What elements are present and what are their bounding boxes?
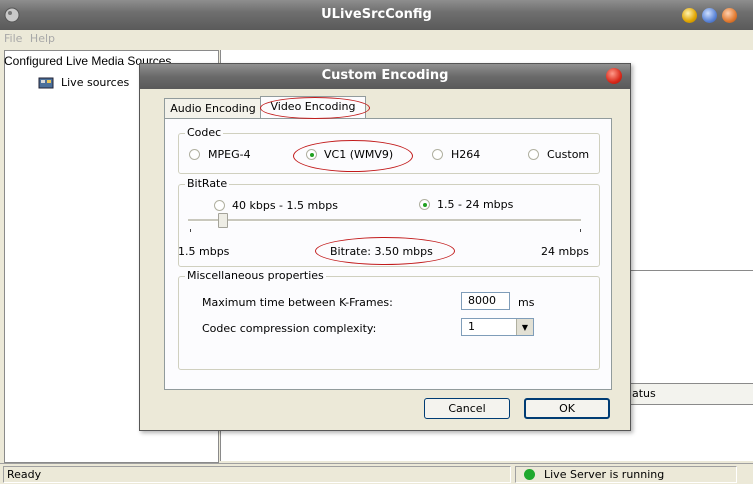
status-column-label: atus bbox=[632, 387, 656, 400]
status-server-pane: Live Server is running bbox=[515, 466, 737, 483]
main-title-bar[interactable]: ULiveSrcConfig bbox=[0, 0, 753, 30]
bitrate-slider-track[interactable] bbox=[188, 219, 581, 222]
live-sources-icon bbox=[38, 77, 54, 89]
kframe-input[interactable]: 8000 bbox=[461, 292, 510, 310]
dialog-close-button[interactable] bbox=[606, 68, 622, 84]
window-title: ULiveSrcConfig bbox=[321, 7, 432, 22]
codec-vc1-label: VC1 (WMV9) bbox=[324, 148, 394, 161]
codec-mpeg4-radio[interactable] bbox=[189, 149, 200, 160]
codec-mpeg4-label: MPEG-4 bbox=[208, 148, 251, 161]
codec-group-label: Codec bbox=[185, 126, 224, 139]
tab-audio-encoding[interactable]: Audio Encoding bbox=[164, 98, 262, 118]
menu-file[interactable]: File bbox=[4, 32, 22, 45]
bitrate-max-label: 24 mbps bbox=[541, 245, 589, 258]
codec-vc1-radio[interactable] bbox=[306, 149, 317, 160]
complexity-label: Codec compression complexity: bbox=[202, 322, 377, 335]
codec-h264-radio[interactable] bbox=[432, 149, 443, 160]
tree-item-live-sources[interactable]: Live sources bbox=[61, 76, 129, 89]
slider-tick-max bbox=[580, 229, 581, 232]
complexity-select[interactable]: 1 ▼ bbox=[461, 318, 534, 336]
codec-h264-label: H264 bbox=[451, 148, 481, 161]
ok-button[interactable]: OK bbox=[524, 398, 610, 419]
misc-group-label: Miscellaneous properties bbox=[185, 269, 326, 282]
chevron-down-icon[interactable]: ▼ bbox=[516, 319, 533, 335]
kframe-unit: ms bbox=[518, 296, 535, 309]
maximize-button[interactable] bbox=[702, 8, 717, 23]
status-bar: Ready Live Server is running bbox=[0, 463, 753, 484]
server-running-icon bbox=[524, 469, 535, 480]
codec-custom-radio[interactable] bbox=[528, 149, 539, 160]
cancel-button[interactable]: Cancel bbox=[424, 398, 510, 419]
bitrate-group-label: BitRate bbox=[185, 177, 230, 190]
slider-tick-min bbox=[190, 229, 191, 232]
bitrate-high-radio[interactable] bbox=[419, 199, 430, 210]
dialog-title: Custom Encoding bbox=[321, 68, 449, 83]
bitrate-slider-thumb[interactable] bbox=[218, 213, 229, 228]
minimize-button[interactable] bbox=[682, 8, 697, 23]
complexity-value: 1 bbox=[468, 320, 475, 333]
bitrate-current-label: Bitrate: 3.50 mbps bbox=[330, 245, 433, 258]
tab-video-encoding[interactable]: Video Encoding bbox=[260, 96, 366, 118]
bitrate-high-label: 1.5 - 24 mbps bbox=[437, 198, 514, 211]
status-ready-pane: Ready bbox=[3, 466, 511, 483]
bitrate-low-label: 40 kbps - 1.5 mbps bbox=[232, 199, 338, 212]
bitrate-min-label: 1.5 mbps bbox=[178, 245, 230, 258]
right-panel-divider bbox=[624, 270, 753, 271]
status-ready-text: Ready bbox=[7, 468, 42, 481]
status-column-header[interactable]: atus bbox=[624, 383, 753, 405]
dialog-title-bar[interactable]: Custom Encoding bbox=[140, 64, 630, 89]
codec-custom-label: Custom bbox=[547, 148, 590, 161]
bitrate-low-radio[interactable] bbox=[214, 200, 225, 211]
close-button[interactable] bbox=[722, 8, 737, 23]
status-server-text: Live Server is running bbox=[544, 468, 665, 481]
kframe-label: Maximum time between K-Frames: bbox=[202, 296, 393, 309]
menu-help[interactable]: Help bbox=[30, 32, 55, 45]
menu-bar: File Help bbox=[0, 30, 753, 48]
custom-encoding-dialog: Custom Encoding Audio Encoding Video Enc… bbox=[139, 63, 631, 431]
